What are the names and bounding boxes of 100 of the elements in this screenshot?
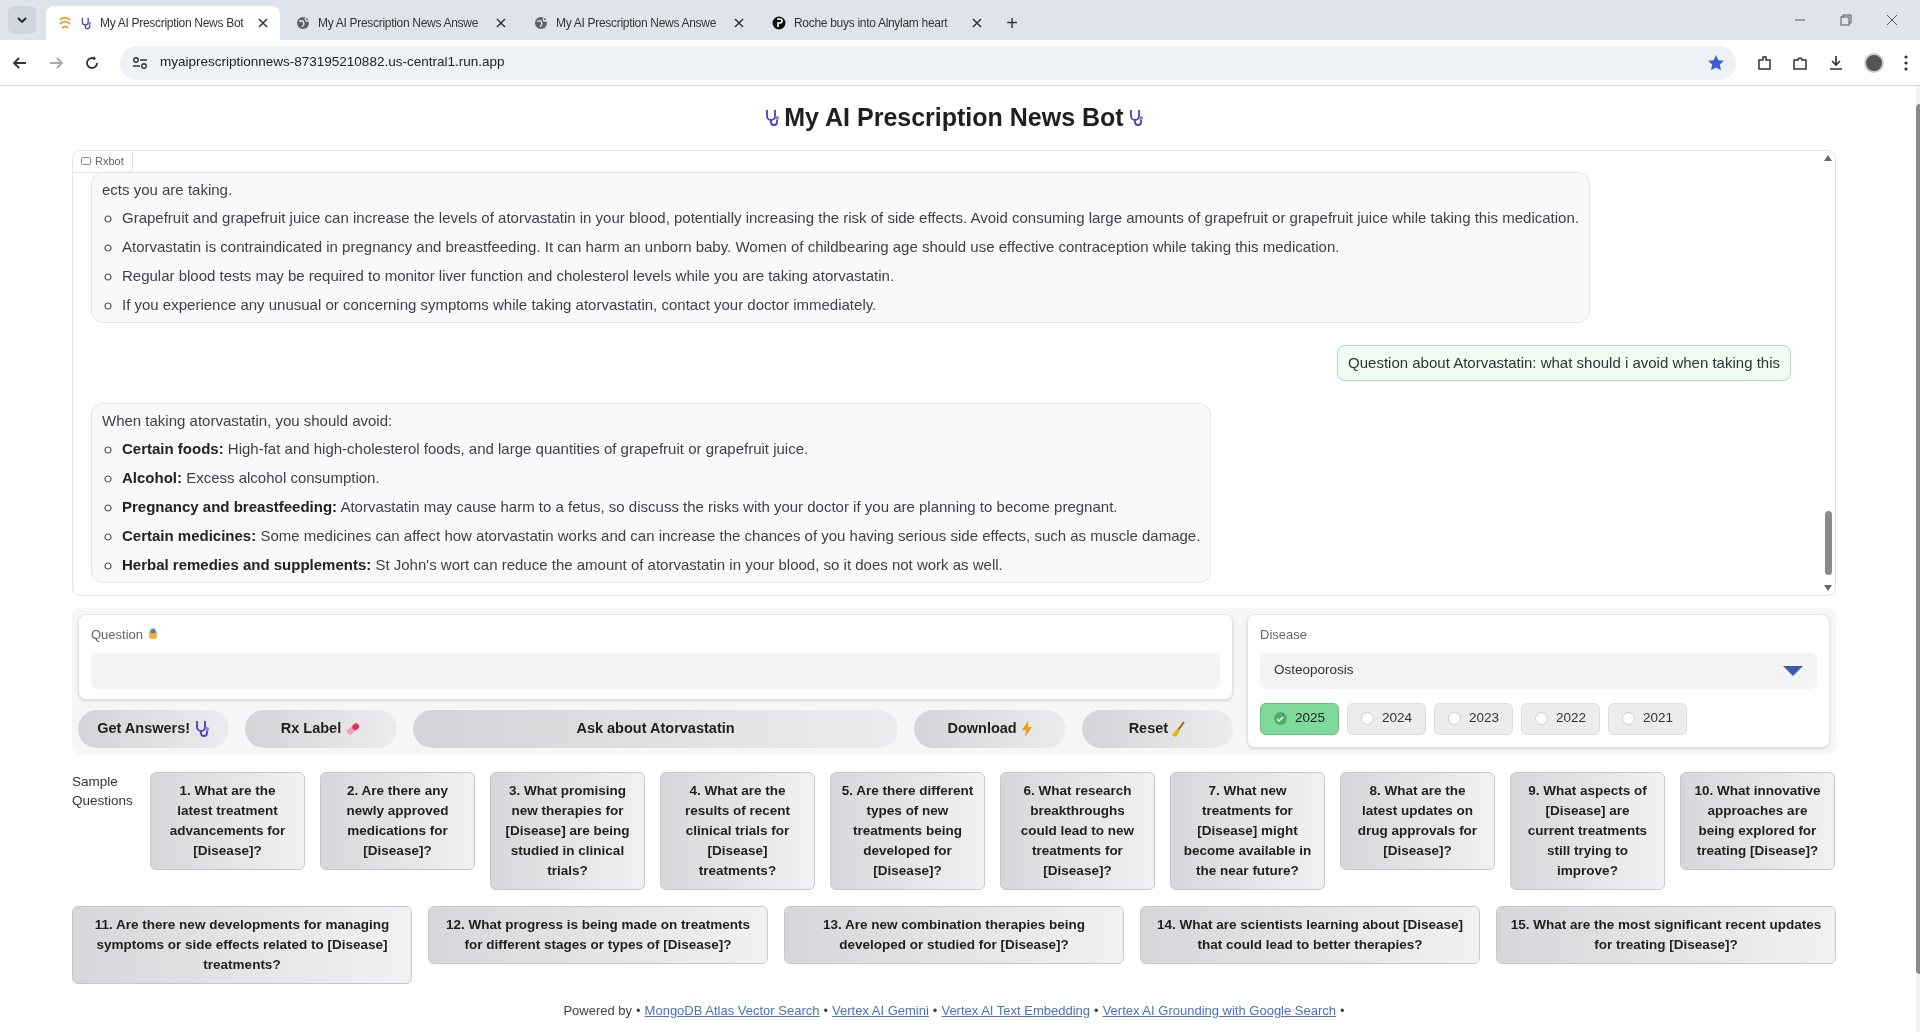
check-icon	[1276, 715, 1285, 722]
list-item-text: Grapefruit and grapefruit juice can increase the levels of atorvastatin in your blood, potentially increasing the risk of side effects. Avoid consuming large amounts of grapefruit or grapefruit juice while taking this medication.	[122, 207, 1579, 228]
sample-question-button[interactable]: 4. What are the results of recent clinical trials for [Disease] treatments?	[660, 771, 815, 890]
message-text: ects you are taking.	[102, 179, 234, 200]
tab-title: My AI Prescription News Answe	[556, 15, 718, 32]
action-button[interactable]: Download	[914, 709, 1066, 748]
footer-text: Powered by	[563, 1001, 633, 1020]
chat-label-text: Rxbot	[95, 154, 124, 169]
app-icon	[58, 16, 72, 30]
scroll-down-icon	[1824, 585, 1832, 591]
browser-tab[interactable]: My AI Prescription News Answe	[284, 6, 518, 40]
list-item-text: Alcohol: Excess alcohol consumption.	[122, 468, 380, 488]
sample-question-button[interactable]: 12. What progress is being made on treatments for different stages or types of [Disease]?	[428, 905, 768, 964]
sample-question-button[interactable]: 7. What new treatments for [Disease] might become available in the near future?	[1170, 771, 1325, 890]
sample-question-button[interactable]: 2. Are there any newly approved medications for [Disease]?	[320, 771, 475, 870]
section-label: Sample Questions	[72, 772, 134, 810]
year-option[interactable]: 2024	[1347, 702, 1426, 735]
list-item-text: Certain foods: High-fat and high-cholesterol foods, and large quantities of grapefruit or grapefruit juice.	[122, 439, 809, 459]
footer-separator: •	[1340, 1001, 1345, 1020]
footer-separator: •	[823, 1001, 829, 1020]
close-icon[interactable]	[734, 18, 744, 28]
bullet-icon	[104, 475, 112, 483]
list-item-text: If you experience any unusual or concerning symptoms while taking atorvastatin, contact your doctor immediately.	[122, 294, 877, 315]
address-bar[interactable]: myaiprescriptionnews-873195210882.us-central1.run.app	[120, 45, 1736, 80]
field-label: Question	[91, 626, 144, 644]
action-button[interactable]: Reset	[1081, 709, 1234, 748]
close-icon[interactable]	[1886, 14, 1898, 26]
menu-icon	[1904, 54, 1908, 71]
back-icon[interactable]	[12, 54, 28, 71]
close-icon[interactable]	[258, 18, 268, 28]
tab-title: My AI Prescription News Answe	[318, 15, 480, 32]
action-button[interactable]: Get Answers!	[78, 709, 230, 748]
bullet-icon	[104, 562, 112, 570]
field-label: Disease	[1260, 626, 1308, 644]
footer-separator: •	[1094, 1001, 1099, 1020]
bullet-icon	[104, 214, 112, 223]
sample-question-button[interactable]: 10. What innovative approaches are being explored for treating [Disease]?	[1680, 771, 1835, 870]
chat-icon	[81, 156, 91, 166]
reload-icon[interactable]	[84, 54, 100, 71]
footer-link[interactable]: Vertex AI Gemini	[832, 1000, 929, 1020]
restore-icon[interactable]	[1840, 14, 1852, 26]
close-icon[interactable]	[496, 18, 506, 28]
year-option[interactable]: 2023	[1434, 702, 1513, 735]
close-icon[interactable]	[972, 18, 982, 28]
dropdown-arrow-icon	[1783, 665, 1803, 676]
sample-question-button[interactable]: 1. What are the latest treatment advancements for [Disease]?	[150, 771, 305, 870]
bullet-icon	[104, 533, 112, 541]
action-button[interactable]: Ask about Atorvastatin	[412, 709, 899, 748]
list-item-text: Regular blood tests may be required to monitor liver function and cholesterol levels while you are taking atorvastatin.	[122, 265, 895, 286]
scrollbar-thumb[interactable]	[1824, 511, 1832, 575]
star-icon	[1708, 54, 1724, 71]
raised-hand-icon	[147, 628, 160, 642]
message-text: When taking atorvastatin, you should avoid:	[102, 411, 394, 431]
page-title: My AI Prescription News Bot	[784, 102, 1124, 134]
disease-dropdown[interactable]: Osteoporosis	[1260, 652, 1817, 689]
bullet-icon	[104, 301, 112, 310]
user-message: Question about Atorvastatin: what should i avoid when taking this	[1337, 344, 1791, 381]
sample-question-button[interactable]: 8. What are the latest updates on drug approvals for [Disease]?	[1340, 771, 1495, 870]
sample-question-button[interactable]: 14. What are scientists learning about [Disease] that could lead to better therapies?	[1140, 905, 1480, 964]
globe-icon	[534, 16, 548, 30]
bullet-icon	[104, 446, 112, 454]
bullet-icon	[104, 504, 112, 512]
list-item-text: Herbal remedies and supplements: St John's wort can reduce the amount of atorvastatin in your blood, so it does not work as well.	[122, 555, 1003, 575]
stethoscope-icon	[80, 16, 92, 30]
stethoscope-icon	[764, 109, 781, 127]
site-settings-icon	[132, 55, 148, 70]
avatar[interactable]	[1864, 52, 1884, 73]
stethoscope-icon	[1127, 109, 1144, 127]
download-icon[interactable]	[1828, 54, 1844, 71]
tab-title: Roche buys into Alnylam heart	[794, 15, 949, 32]
bullet-icon	[104, 272, 112, 281]
sample-question-button[interactable]: 6. What research breakthroughs could lead to new treatments for [Disease]?	[1000, 771, 1155, 890]
footer-link[interactable]: Vertex AI Grounding with Google Search	[1102, 1000, 1337, 1020]
sample-question-button[interactable]: 3. What promising new therapies for [Disease] are being studied in clinical trials?	[490, 771, 645, 890]
sample-question-button[interactable]: 5. Are there different types of new treatments being developed for [Disease]?	[830, 771, 985, 890]
stethoscope-icon	[194, 719, 211, 738]
footer-separator: •	[932, 1001, 938, 1020]
new-tab-button[interactable]: +	[998, 6, 1026, 40]
bullet-icon	[104, 243, 112, 252]
list-item-text: Certain medicines: Some medicines can affect how atorvastatin works and can increase the chances of you having serious side effects, such as muscle damage.	[122, 526, 1201, 546]
sample-question-button[interactable]: 15. What are the most significant recent updates for treating [Disease]?	[1496, 905, 1836, 964]
list-item-text: Atorvastatin is contraindicated in pregnancy and breastfeeding. It can harm an unborn baby. Women of childbearing age should use effective contraception while taking this medication.	[122, 236, 1340, 257]
sample-question-button[interactable]: 9. What aspects of [Disease] are current treatments still trying to improve?	[1510, 771, 1665, 890]
chevron-down-icon	[17, 17, 27, 23]
footer-link[interactable]: Vertex AI Text Embedding	[941, 1000, 1091, 1020]
browser-tab[interactable]: Roche buys into Alnylam heart	[760, 6, 994, 40]
browser-tab[interactable]: My AI Prescription News Answe	[522, 6, 756, 40]
tab-list-button[interactable]	[8, 6, 36, 34]
sample-question-button[interactable]: 13. Are new combination therapies being developed or studied for [Disease]?	[784, 905, 1124, 964]
year-option[interactable]: 2025	[1260, 702, 1339, 735]
lightning-icon	[1020, 720, 1033, 737]
footer-link[interactable]: MongoDB Atlas Vector Search	[644, 1000, 820, 1020]
browser-tab[interactable]: My AI Prescription News Bot	[46, 6, 280, 40]
sample-question-button[interactable]: 11. Are there new developments for managing symptoms or side effects related to [Disease] treatments?	[72, 905, 412, 984]
news-logo-icon	[772, 16, 786, 30]
year-option[interactable]: 2022	[1521, 702, 1600, 735]
year-option[interactable]: 2021	[1608, 702, 1687, 735]
globe-icon	[296, 16, 310, 30]
url-text: myaiprescriptionnews-873195210882.us-central1.run.app	[160, 53, 506, 72]
action-button[interactable]: Rx Label	[245, 709, 397, 748]
